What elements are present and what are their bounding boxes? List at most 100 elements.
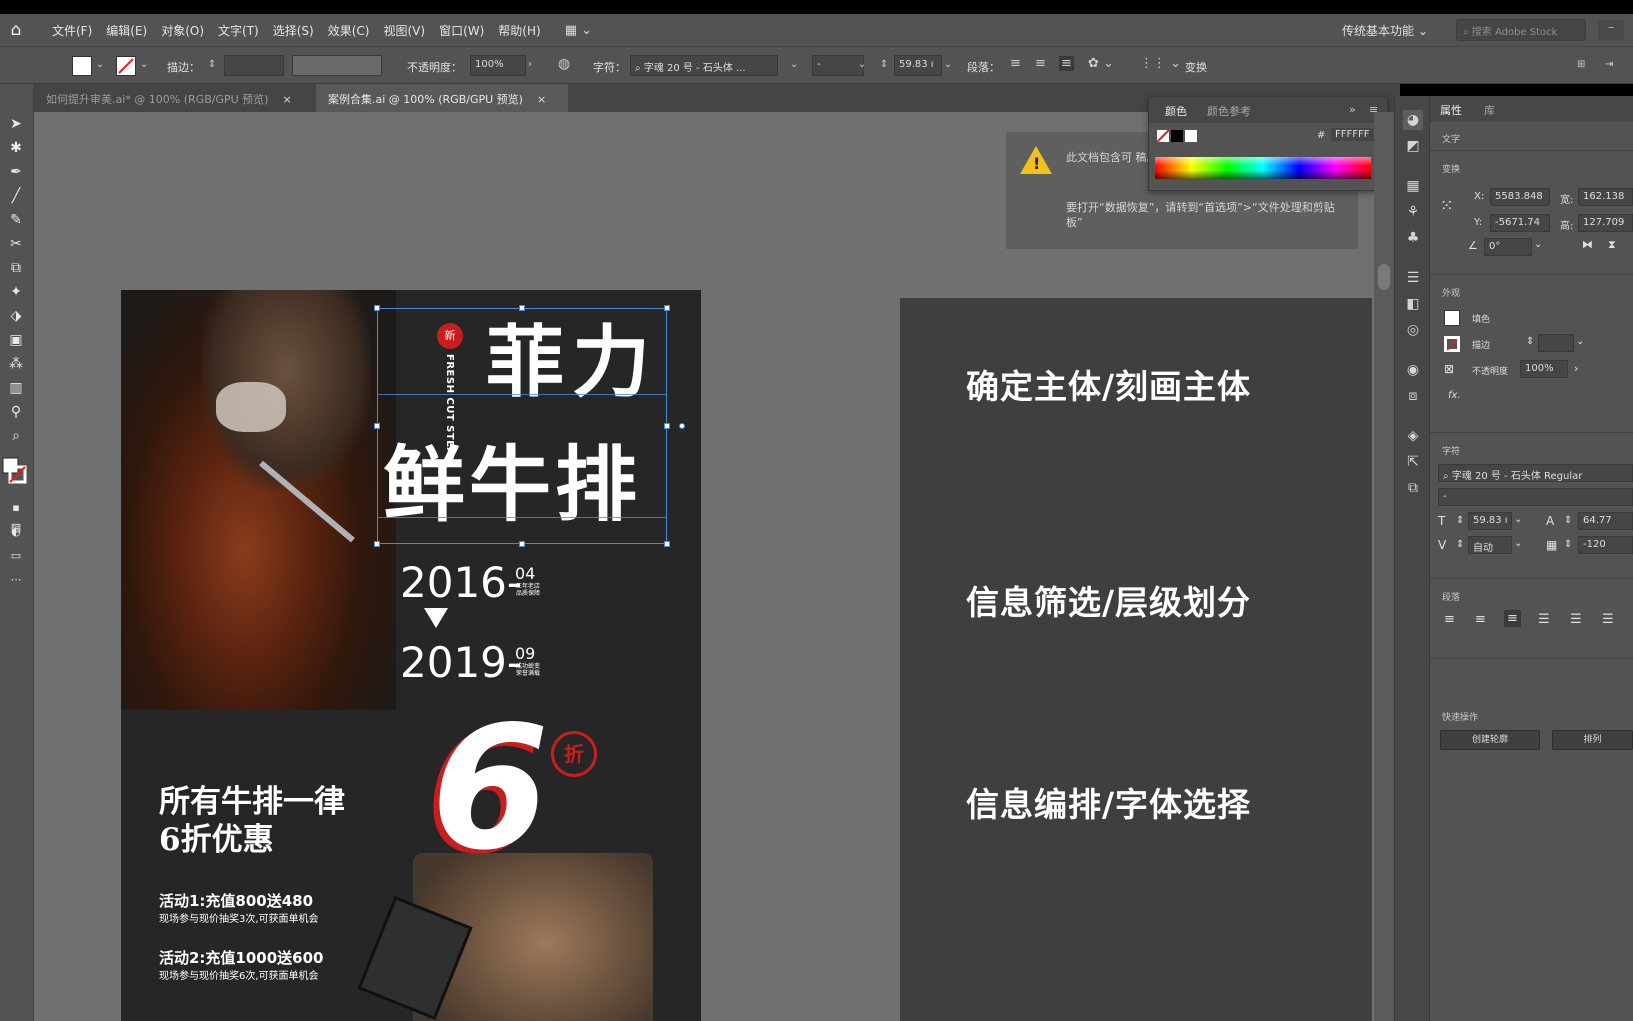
selection-handle[interactable]	[664, 423, 670, 429]
panel-expand-icon[interactable]: »	[1349, 103, 1356, 116]
fx-button[interactable]: fx.	[1448, 390, 1461, 401]
flip-horizontal-icon[interactable]: ⧓	[1582, 238, 1593, 251]
font-style-field[interactable]: -	[812, 55, 864, 76]
align-objects-icon[interactable]: ⋮⋮ ⌄	[1140, 56, 1181, 71]
color-swatches[interactable]	[1157, 129, 1205, 146]
gradient-tool-icon[interactable]: ▣	[6, 330, 26, 350]
symbols-icon[interactable]: ♣	[1403, 228, 1423, 248]
variable-width-field[interactable]	[292, 55, 382, 76]
font-size-stepper[interactable]: ⇕	[880, 59, 888, 70]
rotation-dropdown-icon[interactable]: ⌄	[1534, 239, 1542, 250]
tab-document-2[interactable]: 案例合集.ai @ 100% (RGB/GPU 预览)×	[316, 84, 568, 112]
justify-all-icon[interactable]: ☰	[1602, 612, 1614, 627]
fill-stroke-icon[interactable]	[2, 456, 28, 486]
minimize-button[interactable]: –	[1598, 20, 1624, 40]
tab-libraries[interactable]: 库	[1484, 102, 1495, 118]
justify-center-icon[interactable]: ☰	[1570, 612, 1582, 627]
leading-stepper[interactable]: ⇕	[1564, 515, 1572, 526]
symbol-sprayer-tool-icon[interactable]: ⁂	[6, 354, 26, 374]
opacity-field[interactable]: 100%	[1520, 360, 1568, 378]
isolate-icon[interactable]: ⊞	[1577, 59, 1585, 70]
selection-handle[interactable]	[519, 541, 525, 547]
x-field[interactable]: 5583.848	[1490, 188, 1550, 206]
font-family-field[interactable]: ⌕ 字魂 20 号 - 石头体 ...	[630, 55, 778, 76]
menu-window[interactable]: 窗口(W)	[439, 22, 484, 39]
hex-value-field[interactable]: FFFFFF	[1331, 128, 1374, 141]
graph-tool-icon[interactable]: ▥	[6, 378, 26, 398]
color-guide-icon[interactable]: ◩	[1403, 136, 1423, 156]
selection-handle[interactable]	[374, 541, 380, 547]
close-icon[interactable]: ×	[537, 93, 546, 106]
stock-search-input[interactable]: ⌕ 搜索 Adobe Stock	[1456, 19, 1586, 41]
close-icon[interactable]: ×	[282, 93, 291, 106]
eyedropper-tool-icon[interactable]: ⚲	[6, 402, 26, 422]
tab-color[interactable]: 颜色	[1165, 103, 1187, 119]
align-right-icon[interactable]: ≡	[1504, 610, 1521, 627]
swatches-icon[interactable]: ▦	[1403, 176, 1423, 196]
layers-icon[interactable]: ◈	[1403, 426, 1423, 446]
stroke-swatch[interactable]	[116, 56, 136, 76]
align-right-icon[interactable]: ≡	[1059, 56, 1074, 71]
menu-edit[interactable]: 编辑(E)	[106, 22, 147, 39]
artboards-icon[interactable]: ⧉	[1403, 478, 1423, 498]
fill-dropdown-icon[interactable]: ⌄	[96, 59, 104, 70]
zoom-tool-icon[interactable]: ⌕	[6, 426, 26, 446]
align-left-icon[interactable]: ≡	[1444, 612, 1455, 627]
font-style-dropdown-icon[interactable]: ⌄	[858, 59, 866, 70]
selection-bounding-box[interactable]	[377, 308, 667, 544]
tab-document-1[interactable]: 如何提升审美.ai* @ 100% (RGB/GPU 预览)×	[34, 84, 314, 112]
arrange-documents-icon[interactable]: ▦ ⌄	[565, 23, 592, 38]
draw-mode-icon[interactable]: ◐	[6, 522, 26, 542]
stroke-weight-stepper[interactable]: ⇕	[208, 59, 216, 70]
graphic-styles-icon[interactable]: ⧈	[1403, 386, 1423, 406]
font-size-stepper[interactable]: ⇕	[1456, 515, 1464, 526]
appearance-icon[interactable]: ◉	[1403, 360, 1423, 380]
recolor-icon[interactable]: ◍	[558, 56, 570, 72]
stroke-swatch[interactable]	[1444, 336, 1460, 352]
flip-vertical-icon[interactable]: ⧗	[1608, 238, 1616, 252]
stroke-weight-field[interactable]	[1538, 334, 1574, 352]
kerning-dropdown-icon[interactable]: ⌄	[1514, 538, 1522, 549]
menu-view[interactable]: 视图(V)	[383, 22, 425, 39]
more-tools-icon[interactable]: ⋯	[6, 570, 26, 590]
pen-tool-icon[interactable]: ✒	[6, 162, 26, 182]
gradient-panel-icon[interactable]: ◧	[1403, 294, 1423, 314]
justify-left-icon[interactable]: ☰	[1538, 612, 1550, 627]
stroke-dropdown-icon[interactable]: ⌄	[140, 59, 148, 70]
font-style-field[interactable]: -	[1438, 488, 1633, 506]
tracking-field[interactable]: -120	[1578, 536, 1633, 554]
screen-mode-icon[interactable]: ▭	[6, 546, 26, 566]
poster-artboard[interactable]: 新 FRESH CUT STEAK 菲力 鲜牛排 2016- 04 三年老店 品…	[121, 290, 701, 1021]
arrange-button[interactable]: 排列	[1552, 730, 1633, 750]
tracking-stepper[interactable]: ⇕	[1564, 539, 1572, 550]
font-family-field[interactable]: ⌕ 字魂 20 号 - 石头体 Regular	[1438, 464, 1633, 482]
home-icon[interactable]: ⌂	[0, 20, 32, 40]
opacity-arrow-icon[interactable]: ›	[528, 59, 532, 70]
recolor-artwork-icon[interactable]: ✿ ⌄	[1088, 56, 1114, 71]
create-outlines-button[interactable]: 创建轮廓	[1440, 730, 1540, 750]
shape-builder-tool-icon[interactable]: ⬗	[6, 306, 26, 326]
transparency-icon[interactable]: ◎	[1403, 320, 1423, 340]
selection-handle[interactable]	[664, 305, 670, 311]
scissors-tool-icon[interactable]: ✂	[6, 234, 26, 254]
tab-properties[interactable]: 属性	[1440, 102, 1462, 118]
stroke-panel-icon[interactable]: ☰	[1403, 268, 1423, 288]
width-field[interactable]: 162.138	[1578, 188, 1633, 206]
menu-object[interactable]: 对象(O)	[161, 22, 204, 39]
brush-tool-icon[interactable]: ✎	[6, 210, 26, 230]
tab-color-guide[interactable]: 颜色参考	[1207, 103, 1251, 119]
font-size-dropdown-icon[interactable]: ⌄	[1514, 514, 1522, 525]
align-center-icon[interactable]: ≡	[1475, 612, 1486, 627]
menu-file[interactable]: 文件(F)	[52, 22, 92, 39]
color-spectrum-bar[interactable]	[1155, 157, 1371, 179]
panel-menu-icon[interactable]: ⇥	[1605, 59, 1613, 70]
line-tool-icon[interactable]: ╱	[6, 186, 26, 206]
menu-select[interactable]: 选择(S)	[273, 22, 314, 39]
opacity-field[interactable]: 100%	[470, 55, 526, 76]
font-family-dropdown-icon[interactable]: ⌄	[790, 59, 798, 70]
y-field[interactable]: -5671.74	[1490, 214, 1550, 232]
direct-selection-tool-icon[interactable]: ✱	[6, 138, 26, 158]
kerning-stepper[interactable]: ⇕	[1456, 539, 1464, 550]
color-mode-icon[interactable]: ▪ ▨	[6, 498, 26, 518]
align-center-icon[interactable]: ≡	[1035, 56, 1046, 71]
